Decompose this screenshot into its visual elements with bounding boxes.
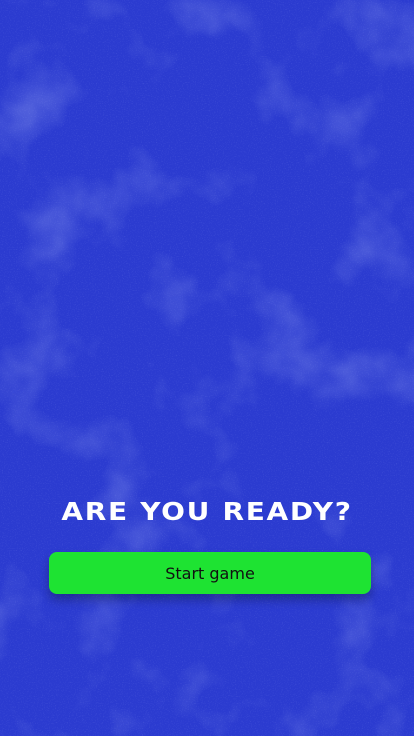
ready-headline: ARE YOU READY? xyxy=(61,497,353,526)
grunge-texture-background xyxy=(0,0,414,736)
ready-screen: ARE YOU READY? Start game xyxy=(0,0,414,736)
start-game-button[interactable]: Start game xyxy=(49,552,371,594)
